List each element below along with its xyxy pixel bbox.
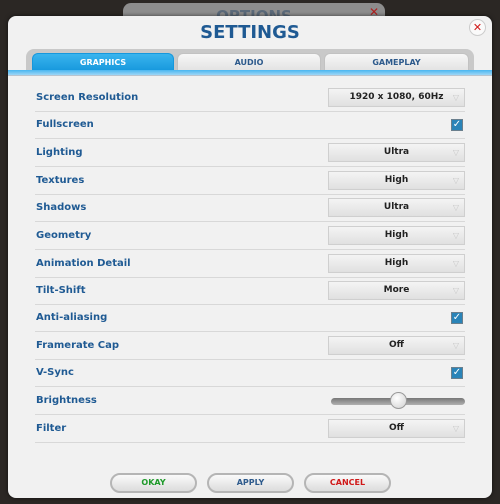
- chevron-down-icon: ▽: [452, 148, 459, 157]
- chevron-down-icon: ▽: [452, 231, 459, 240]
- chevron-down-icon: ▽: [452, 286, 459, 295]
- dropdown-value: More: [383, 285, 410, 295]
- chevron-down-icon: ▽: [452, 259, 459, 268]
- textures-dropdown[interactable]: High ▽: [328, 171, 465, 190]
- setting-label: Filter: [36, 423, 67, 434]
- setting-label: Geometry: [36, 230, 92, 241]
- setting-label: Brightness: [36, 395, 97, 406]
- setting-label: Shadows: [36, 202, 87, 213]
- setting-row-geometry: Geometry High ▽: [35, 222, 465, 250]
- shadows-dropdown[interactable]: Ultra ▽: [328, 198, 465, 217]
- setting-row-filter: Filter Off ▽: [35, 415, 465, 443]
- dropdown-value: High: [384, 230, 409, 240]
- setting-row-v-sync: V-Sync ✓: [35, 359, 465, 387]
- tilt-shift-dropdown[interactable]: More ▽: [328, 281, 465, 300]
- dialog-title: SETTINGS: [200, 22, 300, 43]
- lighting-dropdown[interactable]: Ultra ▽: [328, 143, 465, 162]
- dropdown-value: High: [384, 175, 409, 185]
- setting-label: Screen Resolution: [36, 92, 139, 103]
- slider-handle[interactable]: [390, 392, 407, 409]
- setting-label: Fullscreen: [36, 119, 94, 130]
- anti-aliasing-checkbox[interactable]: ✓: [451, 312, 463, 324]
- setting-label: V-Sync: [36, 367, 74, 378]
- setting-row-textures: Textures High ▽: [35, 167, 465, 195]
- screen-resolution-dropdown[interactable]: 1920 x 1080, 60Hz ▽: [328, 88, 465, 107]
- tab-gameplay[interactable]: GAMEPLAY: [324, 53, 469, 71]
- framerate-cap-dropdown[interactable]: Off ▽: [328, 336, 465, 355]
- setting-row-anti-aliasing: Anti-aliasing ✓: [35, 304, 465, 332]
- setting-row-framerate-cap: Framerate Cap Off ▽: [35, 332, 465, 360]
- tab-graphics[interactable]: GRAPHICS: [32, 53, 174, 71]
- setting-label: Framerate Cap: [36, 340, 120, 351]
- chevron-down-icon: ▽: [452, 203, 459, 212]
- setting-row-shadows: Shadows Ultra ▽: [35, 194, 465, 222]
- setting-row-brightness: Brightness: [35, 387, 465, 415]
- setting-row-screen-resolution: Screen Resolution 1920 x 1080, 60Hz ▽: [35, 84, 465, 112]
- close-x-icon[interactable]: ✕: [469, 19, 486, 36]
- setting-label: Tilt-Shift: [36, 285, 86, 296]
- dropdown-value: High: [384, 258, 409, 268]
- setting-row-fullscreen: Fullscreen ✓: [35, 111, 465, 139]
- okay-button[interactable]: OKAY: [110, 473, 197, 493]
- chevron-down-icon: ▽: [452, 93, 459, 102]
- setting-label: Anti-aliasing: [36, 312, 108, 323]
- settings-dialog: SETTINGS ✕ GRAPHICS AUDIO GAMEPLAY Scree…: [8, 16, 492, 498]
- setting-label: Textures: [36, 175, 85, 186]
- setting-row-animation-detail: Animation Detail High ▽: [35, 250, 465, 278]
- geometry-dropdown[interactable]: High ▽: [328, 226, 465, 245]
- setting-row-lighting: Lighting Ultra ▽: [35, 139, 465, 167]
- chevron-down-icon: ▽: [452, 341, 459, 350]
- tab-underline: [8, 70, 492, 76]
- chevron-down-icon: ▽: [452, 176, 459, 185]
- setting-label: Lighting: [36, 147, 83, 158]
- dropdown-value: Off: [389, 423, 404, 433]
- setting-row-tilt-shift: Tilt-Shift More ▽: [35, 277, 465, 305]
- setting-label: Animation Detail: [36, 258, 131, 269]
- fullscreen-checkbox[interactable]: ✓: [451, 119, 463, 131]
- tab-audio[interactable]: AUDIO: [177, 53, 321, 71]
- dropdown-value: Ultra: [383, 147, 410, 157]
- dropdown-value: Ultra: [383, 202, 410, 212]
- apply-button[interactable]: APPLY: [207, 473, 294, 493]
- v-sync-checkbox[interactable]: ✓: [451, 367, 463, 379]
- filter-dropdown[interactable]: Off ▽: [328, 419, 465, 438]
- chevron-down-icon: ▽: [452, 424, 459, 433]
- dropdown-value: Off: [389, 340, 404, 350]
- animation-detail-dropdown[interactable]: High ▽: [328, 254, 465, 273]
- tab-bar: GRAPHICS AUDIO GAMEPLAY: [26, 49, 474, 71]
- dropdown-value: 1920 x 1080, 60Hz: [349, 92, 444, 102]
- brightness-slider[interactable]: [331, 392, 465, 409]
- cancel-button[interactable]: CANCEL: [304, 473, 391, 493]
